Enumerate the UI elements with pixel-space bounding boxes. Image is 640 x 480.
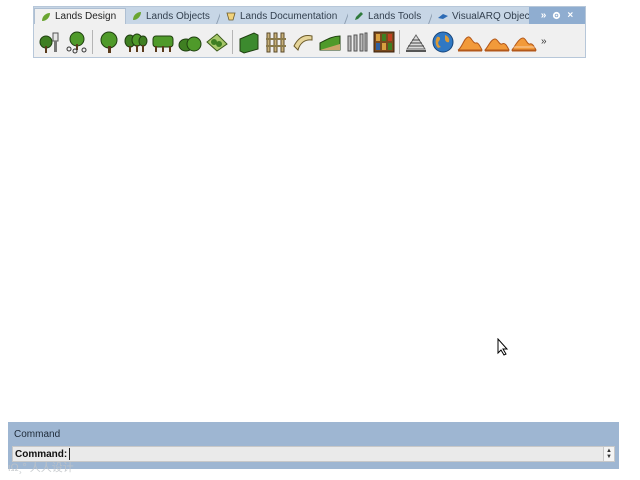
command-input[interactable] [69,448,603,460]
bollards-button[interactable] [343,28,370,56]
command-history-scroller[interactable]: ▲ ▼ [603,447,614,461]
leaf-icon [133,12,141,20]
tab-lands-design[interactable]: Lands Design [34,8,126,24]
hedge-trees-icon [152,35,173,52]
tab-label: Lands Tools [368,10,422,22]
wall-button[interactable] [235,28,262,56]
terrain-modify-button[interactable] [483,28,510,56]
fence-icon [265,32,286,52]
tab-lands-tools[interactable]: Lands Tools [348,8,432,24]
terrain-slope-button[interactable] [316,28,343,56]
tree-button[interactable] [95,28,122,56]
tab-lands-documentation[interactable]: Lands Documentation [220,8,348,24]
command-panel-title: Command [14,429,61,440]
close-button[interactable]: × [567,10,573,21]
group-plants-button[interactable] [63,28,90,56]
command-panel: Command Command: ▲ ▼ [8,422,619,469]
tab-overflow-button[interactable]: » [541,10,547,21]
tree-bush-button[interactable] [36,28,63,56]
shrubs-button[interactable] [176,28,203,56]
tab-visualarq-objects[interactable]: VisualARQ Objects [432,8,532,24]
pencil-icon [355,12,363,20]
globe-button[interactable] [429,28,456,56]
group-plants-icon [66,31,86,53]
hedge-trees-button[interactable] [149,28,176,56]
terrain-slope-icon [319,34,340,50]
tab-controls: » × [529,7,585,24]
tab-label: Lands Objects [146,10,210,22]
tab-strip: Lands Design Lands Objects Lands Documen… [34,7,585,24]
documentation-icon [226,12,236,21]
leaf-icon [42,12,50,21]
wall-icon [239,31,258,54]
watermark: ιΩ¸° 人人设计 [8,462,74,474]
elevation-profile-button[interactable] [402,28,429,56]
tab-label: VisualARQ Objects [452,10,532,22]
path-icon [292,34,312,51]
plant-library-button[interactable] [370,28,397,56]
path-button[interactable] [289,28,316,56]
row-of-trees-icon [124,33,147,52]
command-line: Command: ▲ ▼ [12,446,615,462]
toolbar-more-button[interactable]: » [541,36,547,47]
terrain-section-button[interactable] [510,28,537,56]
gear-icon[interactable] [552,11,561,20]
fence-button[interactable] [262,28,289,56]
planting-area-icon [205,32,228,52]
tab-label: Lands Design [55,11,117,22]
globe-icon [432,31,453,52]
bollards-icon [347,32,367,51]
tree-icon [100,31,117,53]
terrain-icon [457,35,483,51]
terrain-modify-icon [483,37,510,51]
shrubs-icon [178,36,201,51]
plant-library-icon [373,31,394,52]
tree-bush-icon [39,32,58,53]
planting-area-button[interactable] [203,28,230,56]
toolbar-window: Lands Design Lands Objects Lands Documen… [33,6,586,58]
terrain-button[interactable] [456,28,483,56]
tab-label: Lands Documentation [240,10,338,22]
visualarq-icon [438,14,448,19]
mouse-cursor-icon [497,338,509,356]
command-prompt: Command: [15,448,68,460]
tab-lands-objects[interactable]: Lands Objects [126,8,220,24]
row-of-trees-button[interactable] [122,28,149,56]
terrain-section-icon [510,36,537,51]
elevation-profile-icon [405,33,426,52]
scroll-down-icon[interactable]: ▼ [606,454,612,460]
toolbar-icon-row: » [34,25,585,58]
